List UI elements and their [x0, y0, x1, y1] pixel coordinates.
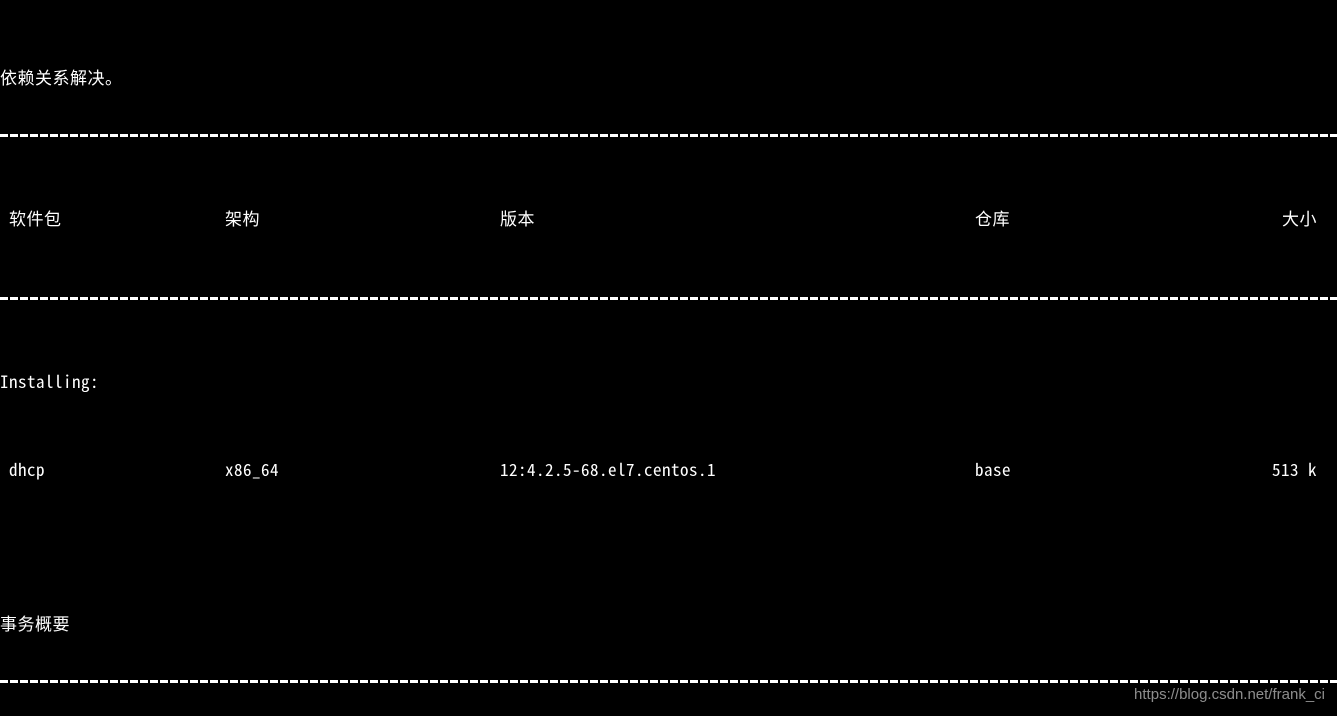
divider [0, 134, 1337, 137]
summary-header: 事务概要 [0, 612, 1337, 634]
col-hdr-arch: 架构 [225, 207, 500, 229]
cell-package: dhcp [0, 458, 225, 480]
table-header: 软件包 架构 版本 仓库 大小 [0, 207, 1337, 229]
line-dep-resolved: 依赖关系解决。 [0, 66, 1337, 88]
col-hdr-size: 大小 [1235, 207, 1337, 229]
installing-label: Installing: [0, 370, 1337, 392]
cell-version: 12:4.2.5-68.el7.centos.1 [500, 458, 975, 480]
blank-line [0, 546, 1337, 568]
col-hdr-package: 软件包 [0, 207, 225, 229]
divider [0, 680, 1337, 683]
divider [0, 297, 1337, 300]
watermark: https://blog.csdn.net/frank_ci [1134, 684, 1325, 706]
col-hdr-repo: 仓库 [975, 207, 1235, 229]
table-row: dhcp x86_64 12:4.2.5-68.el7.centos.1 bas… [0, 458, 1337, 480]
terminal-output[interactable]: 依赖关系解决。 软件包 架构 版本 仓库 大小 Installing: dhcp… [0, 0, 1337, 716]
cell-repo: base [975, 458, 1235, 480]
cell-arch: x86_64 [225, 458, 500, 480]
cell-size: 513 k [1235, 458, 1337, 480]
col-hdr-version: 版本 [500, 207, 975, 229]
